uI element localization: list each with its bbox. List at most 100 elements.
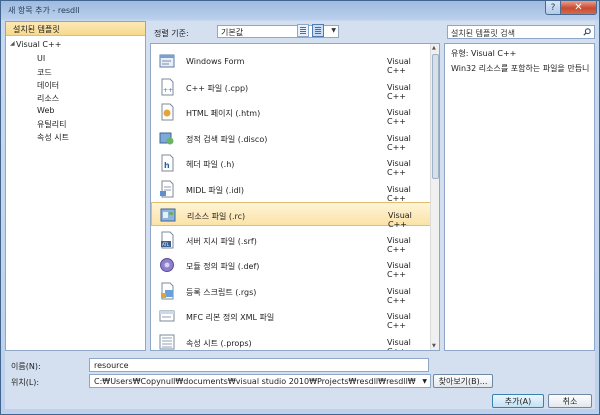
svg-text:++: ++ <box>163 87 173 94</box>
scroll-thumb[interactable] <box>432 54 439 179</box>
template-item[interactable]: ATL 서버 지시 파일 (.srf) Visual C++ <box>151 228 431 254</box>
scroll-up-icon[interactable]: ▲ <box>432 45 436 51</box>
template-item[interactable]: 속성 시트 (.props) Visual C++ <box>151 330 431 351</box>
tree-item-ui[interactable]: UI <box>37 54 45 63</box>
props-file-icon <box>158 333 176 351</box>
template-language: Visual C++ <box>387 184 411 203</box>
template-item[interactable]: h 헤더 파일 (.h) Visual C++ <box>151 151 431 177</box>
template-name: C++ 파일 (.cpp) <box>186 83 249 93</box>
template-language: Visual C++ <box>387 133 411 152</box>
template-language: Visual C++ <box>387 235 411 254</box>
windows-form-icon <box>158 52 176 70</box>
html-page-icon <box>158 103 176 121</box>
template-name: MIDL 파일 (.idl) <box>186 185 244 195</box>
template-list: Windows Form Visual C++ ++ C++ 파일 (.cpp) Vis… <box>150 43 440 351</box>
dialog-body: 설치된 템플릿 ◢ Visual C++ UI 코드 데이터 리소스 Web 유… <box>5 21 595 409</box>
sort-toolbar: 정렬 기준: 기본값 ▼ <box>150 21 445 41</box>
name-label: 이름(N): <box>11 362 41 371</box>
svg-text:h: h <box>164 161 170 170</box>
template-language: Visual C++ <box>387 261 411 279</box>
small-icons-icon <box>300 27 306 34</box>
tree-expand-icon[interactable]: ◢ <box>10 40 15 47</box>
add-new-item-dialog: 새 항목 추가 - resdll ? ✕ 설치된 템플릿 ◢ Visual C+… <box>0 0 600 415</box>
add-button[interactable]: 추가(A) <box>492 394 544 408</box>
type-value: Visual C++ <box>470 49 517 58</box>
search-placeholder: 설치된 템플릿 검색 <box>451 29 515 38</box>
installed-templates-pane: 설치된 템플릿 ◢ Visual C++ UI 코드 데이터 리소스 Web 유… <box>5 21 146 351</box>
template-name: HTML 페이지 (.htm) <box>186 109 261 118</box>
template-language: Visual C++ <box>387 159 411 177</box>
tree-item-code[interactable]: 코드 <box>37 67 52 78</box>
template-search-input[interactable]: 설치된 템플릿 검색 <box>447 25 595 39</box>
tree-item-utility[interactable]: 유틸리티 <box>37 119 66 130</box>
template-name: 헤더 파일 (.h) <box>186 160 235 169</box>
template-name: 정적 검색 파일 (.disco) <box>186 134 268 144</box>
list-view-button[interactable] <box>312 24 324 37</box>
resource-file-icon <box>159 206 177 224</box>
template-language: Visual C++ <box>387 312 411 330</box>
location-combobox[interactable]: C:₩Users₩Copynull₩documents₩visual studi… <box>89 374 431 388</box>
template-item[interactable]: 등록 스크립트 (.rgs) Visual C++ <box>151 279 431 305</box>
type-label: 유형: <box>451 49 469 58</box>
template-item[interactable]: HTML 페이지 (.htm) Visual C++ <box>151 100 431 126</box>
scroll-down-icon[interactable]: ▼ <box>432 343 436 349</box>
close-button[interactable]: ✕ <box>560 1 597 15</box>
srf-file-icon: ATL <box>158 231 176 249</box>
dropdown-arrow-icon: ▼ <box>331 27 336 34</box>
title-bar: 새 항목 추가 - resdll ? ✕ <box>1 1 599 19</box>
tree-item-web[interactable]: Web <box>37 106 54 115</box>
small-icons-view-button[interactable] <box>297 24 309 37</box>
template-item[interactable]: Windows Form Visual C++ <box>151 49 431 75</box>
template-item[interactable]: MIDL 파일 (.idl) Visual C++ <box>151 177 431 203</box>
template-language: Visual C++ <box>387 108 411 126</box>
midl-file-icon <box>158 180 176 198</box>
tree-item-data[interactable]: 데이터 <box>37 80 59 91</box>
help-button[interactable]: ? <box>545 1 561 15</box>
template-language: Visual C++ <box>387 82 411 101</box>
template-list-scrollbar[interactable]: ▲ ▼ <box>430 44 439 350</box>
tree-item-label: Visual C++ <box>16 40 62 49</box>
template-description: Win32 리소스를 포함하는 파일을 만듭니 <box>451 64 590 73</box>
installed-templates-header[interactable]: 설치된 템플릿 <box>6 22 145 36</box>
template-name: 리소스 파일 (.rc) <box>187 212 246 221</box>
template-item[interactable]: 정적 검색 파일 (.disco) Visual C++ <box>151 126 431 152</box>
list-view-icon <box>315 27 321 34</box>
sort-value: 기본값 <box>221 28 244 37</box>
tree-item-property-sheet[interactable]: 속성 시트 <box>37 132 69 143</box>
template-item[interactable]: ++ C++ 파일 (.cpp) Visual C++ <box>151 75 431 101</box>
template-item[interactable]: MFC 리본 정의 XML 파일 Visual C++ <box>151 304 431 330</box>
template-name: 모듈 정의 파일 (.def) <box>186 262 260 271</box>
cancel-button[interactable]: 취소 <box>548 394 592 408</box>
mfc-ribbon-icon <box>158 307 176 325</box>
template-language: Visual C++ <box>387 337 411 351</box>
template-language: Visual C++ <box>387 286 411 305</box>
details-pane: 설치된 템플릿 검색 유형: Visual C++ Win32 리소스를 포함하… <box>444 21 595 351</box>
template-name: Windows Form <box>186 57 245 66</box>
svg-text:ATL: ATL <box>162 242 170 247</box>
header-file-icon: h <box>158 154 176 172</box>
cpp-file-icon: ++ <box>158 78 176 96</box>
sort-label: 정렬 기준: <box>154 29 189 38</box>
template-name: 등록 스크립트 (.rgs) <box>186 287 257 297</box>
template-name: MFC 리본 정의 XML 파일 <box>186 313 275 322</box>
tree-item-resource[interactable]: 리소스 <box>37 93 59 104</box>
location-label: 위치(L): <box>11 378 40 387</box>
tree-item-visual-cpp[interactable]: ◢ Visual C++ <box>10 40 62 49</box>
template-language: Visual C++ <box>388 211 412 229</box>
template-item[interactable]: 모듈 정의 파일 (.def) Visual C++ <box>151 253 431 279</box>
def-file-icon <box>158 256 176 274</box>
template-name: 서버 지시 파일 (.srf) <box>186 236 257 246</box>
disco-file-icon <box>158 129 176 147</box>
template-item[interactable]: 리소스 파일 (.rc) Visual C++ <box>151 202 431 229</box>
search-icon[interactable] <box>583 28 591 36</box>
template-type: 유형: Visual C++ <box>451 48 516 59</box>
browse-button[interactable]: 찾아보기(B)... <box>433 374 493 388</box>
rgs-file-icon <box>158 282 176 300</box>
template-language: Visual C++ <box>387 57 411 75</box>
window-title: 새 항목 추가 - resdll <box>8 6 80 15</box>
dropdown-arrow-icon[interactable]: ▼ <box>422 378 427 385</box>
template-name: 속성 시트 (.props) <box>186 338 252 348</box>
location-value: C:₩Users₩Copynull₩documents₩visual studi… <box>94 377 416 386</box>
template-info-panel: 유형: Visual C++ Win32 리소스를 포함하는 파일을 만듭니 <box>444 43 595 351</box>
name-field[interactable]: resource <box>89 358 429 372</box>
